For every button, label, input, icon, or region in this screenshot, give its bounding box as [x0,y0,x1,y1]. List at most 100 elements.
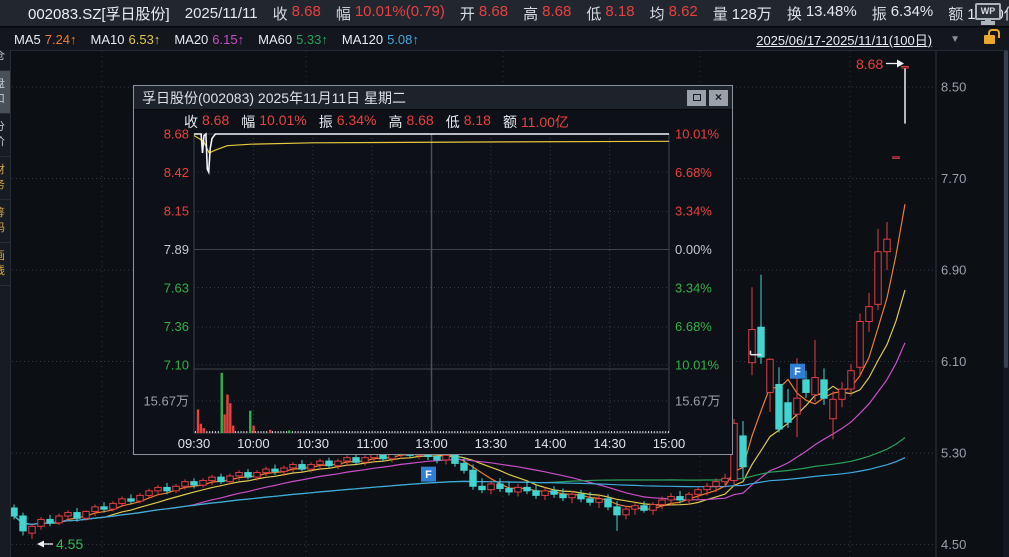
top-info-bar: 002083.SZ[孚日股份] 2025/11/11 收8.68幅10.01%(… [0,0,1009,27]
candle-body [542,491,548,496]
candle-body [650,505,656,511]
restore-window-button[interactable] [687,90,706,106]
stat-幅: 幅10.01%(0.79) [336,3,445,24]
candle-body [722,478,728,481]
candle-body [317,461,323,464]
intraday-chart[interactable]: 8.688.428.157.897.637.367.1015.67万10.01%… [134,86,732,454]
unlock-icon[interactable] [984,35,995,44]
candle-body [641,506,647,511]
popup-stats-row: 收8.68幅10.01%振6.34%高8.68低8.18额11.00亿 [134,110,732,134]
chevron-down-icon[interactable]: ▼ [950,34,960,45]
popup-time-label: 10:30 [296,436,329,451]
ma-item-ma120: MA1205.08↑ [342,32,419,47]
ma-values: MA57.24↑MA106.53↑MA206.15↑MA605.33↑MA120… [14,32,419,47]
candle-body [884,239,890,252]
f-event-marker[interactable]: F [790,364,805,379]
candle-body [434,457,440,460]
candle-body [47,519,53,522]
candle-body [470,470,476,486]
candle-body [146,491,152,496]
ma-item-ma20: MA206.15↑ [174,32,244,47]
stat-量: 量128万 [713,3,772,24]
svg-text:6.10: 6.10 [941,354,966,369]
sidebar-tab[interactable]: 筹码 [0,200,10,243]
candle-body [209,477,215,480]
candle-body [119,499,125,504]
popup-stat-振: 振6.34% [319,112,377,132]
popup-left-axis-label: 7.36 [164,319,189,334]
popup-time-label: 09:30 [178,436,211,451]
popup-stat-低: 低8.18 [446,112,491,132]
candle-body [551,491,557,494]
candle-body [191,482,197,485]
candle-body [38,519,44,526]
svg-text:4.55: 4.55 [56,536,83,552]
candle-body [875,252,881,305]
candle-body [623,509,629,515]
candle-body [164,487,170,490]
candle-body [299,465,305,470]
svg-text:8.50: 8.50 [941,80,966,95]
candle-body [668,497,674,500]
ma-indicator-bar: MA57.24↑MA106.53↑MA206.15↑MA605.33↑MA120… [0,28,1009,50]
last-price-annotation: 8.68 [856,56,904,72]
candle-body [335,461,341,466]
candle-body [614,507,620,515]
candle-body [74,513,80,519]
candle-body [218,477,224,482]
candle-body [65,513,71,516]
scrollbar-thumb[interactable] [1004,50,1008,368]
candle-body [272,469,278,471]
svg-text:F: F [794,366,801,378]
stat-换: 换13.48% [787,3,857,24]
date-range-selector[interactable]: 2025/06/17-2025/11/11(100日) [756,30,932,49]
sidebar-tab[interactable]: 财务 [0,157,10,200]
svg-text:6.90: 6.90 [941,263,966,278]
candle-body [866,307,872,322]
f-event-marker[interactable]: F [421,467,436,482]
close-button[interactable]: × [709,90,728,106]
sidebar-tab[interactable]: 盘口 [0,71,10,114]
popup-time-label: 13:00 [415,436,448,451]
popup-left-axis-label: 7.89 [164,242,189,257]
wp-monitor-icon[interactable]: WP [975,3,1001,20]
candle-body [893,157,899,159]
candle-body [443,455,449,460]
candle-body [902,66,908,68]
candle-body [686,494,692,500]
popup-time-label: 14:00 [534,436,567,451]
stat-低: 低8.18 [586,3,634,24]
candle-body [227,476,233,482]
stock-symbol: 002083.SZ[孚日股份] [28,3,170,24]
candle-body [569,494,575,497]
candle-body [308,465,314,470]
candle-body [695,490,701,495]
svg-text:4.50: 4.50 [941,537,966,552]
ma-item-ma5: MA57.24↑ [14,32,77,47]
candle-body [344,458,350,461]
popup-title: 孚日股份(002083) 2025年11月11日 星期二 [142,88,684,108]
candle-body [137,495,143,501]
candle-body [794,398,800,414]
popup-time-label: 14:30 [593,436,626,451]
restore-icon [693,94,701,101]
candle-body [182,482,188,487]
sidebar-tab[interactable]: 画线 [0,243,10,286]
candle-body [605,499,611,507]
candle-body [362,458,368,463]
right-scrollbar[interactable] [1003,50,1009,557]
candle-body [11,508,17,516]
popup-time-label: 15:00 [653,436,686,451]
popup-right-axis-label: 15.67万 [675,394,721,409]
candle-body [128,499,134,501]
candle-body [254,473,260,478]
sidebar-tab[interactable]: 分价 [0,114,10,157]
stat-开: 开8.68 [460,3,508,24]
stat-收: 收8.68 [273,3,321,24]
candle-body [281,468,287,471]
popup-left-axis-label: 15.67万 [143,394,189,409]
stat-高: 高8.68 [523,3,571,24]
candle-body [587,499,593,502]
popup-title-bar[interactable]: 孚日股份(002083) 2025年11月11日 星期二 × [134,86,732,110]
intraday-popup-window[interactable]: 8.688.428.157.897.637.367.1015.67万10.01%… [133,85,733,455]
